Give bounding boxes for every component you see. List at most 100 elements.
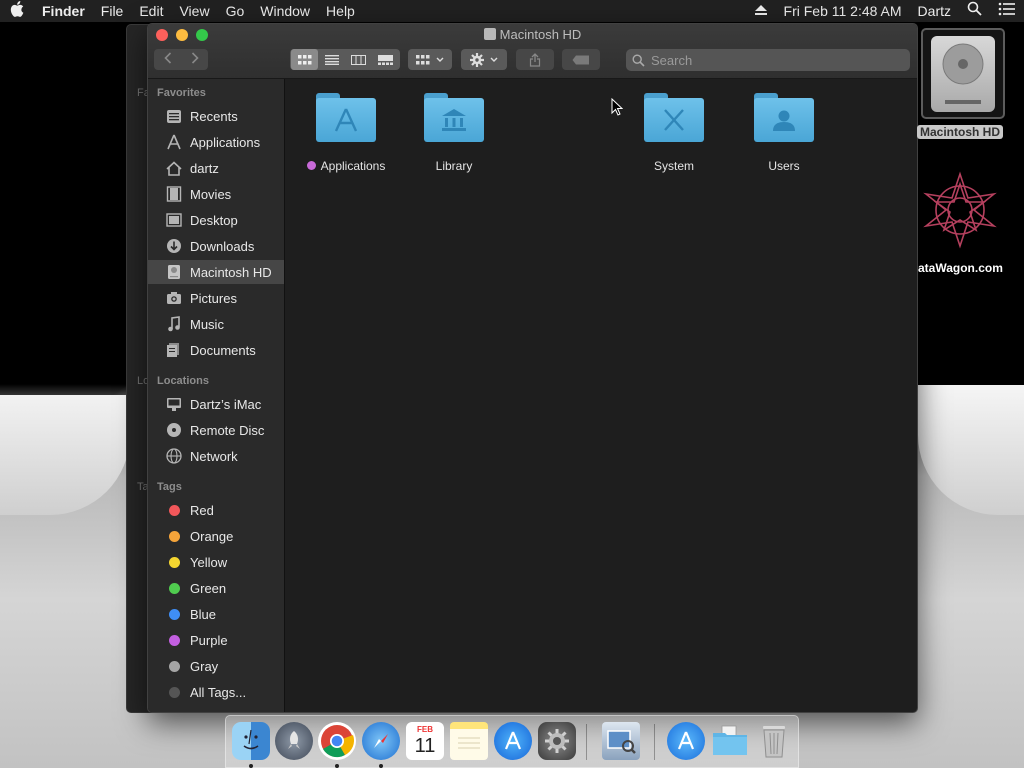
gallery-view-button[interactable] (372, 49, 399, 70)
list-view-button[interactable] (318, 49, 345, 70)
action-menu-button[interactable] (461, 49, 507, 70)
sidebar-item-macintosh-hd[interactable]: Macintosh HD (148, 260, 284, 284)
mouse-pointer-icon (611, 98, 623, 116)
notification-center-icon[interactable] (990, 0, 1024, 22)
sidebar-item-downloads[interactable]: Downloads (148, 234, 284, 258)
menubar-user[interactable]: Dartz (910, 0, 959, 22)
icon-view-button[interactable] (291, 49, 318, 70)
share-button[interactable] (516, 49, 554, 70)
hard-disk-icon (165, 264, 183, 280)
sidebar-tag-red[interactable]: Red (148, 498, 284, 522)
sidebar-item-label: Recents (190, 108, 238, 124)
running-indicator (335, 764, 339, 768)
users-folder-icon (754, 93, 814, 142)
sidebar-item-label: Blue (190, 606, 217, 622)
search-input[interactable] (651, 52, 891, 68)
dock-trash-icon[interactable] (755, 722, 793, 760)
sidebar-item-label: Applications (190, 134, 261, 150)
folder-name: Users (768, 159, 800, 173)
sidebar-item-label: Documents (190, 342, 256, 358)
downloads-icon (165, 238, 183, 254)
sidebar-item-imac[interactable]: Dartz’s iMac (148, 392, 284, 416)
sidebar-item-label: Network (190, 448, 238, 464)
dock-safari-icon[interactable] (362, 722, 400, 760)
hard-disk-icon (483, 28, 496, 40)
dock-documents-stack-icon[interactable] (711, 722, 749, 760)
sidebar-item-dartz[interactable]: dartz (148, 156, 284, 180)
sidebar-item-movies[interactable]: Movies (148, 182, 284, 206)
sidebar-item-label: All Tags... (190, 684, 247, 700)
folder-item-system[interactable]: System (619, 93, 729, 173)
datawagon-logo-icon[interactable] (920, 170, 1000, 250)
sidebar-all-tags[interactable]: All Tags... (148, 680, 284, 704)
dock-applications-folder-icon[interactable] (667, 722, 705, 760)
menubar-clock[interactable]: Fri Feb 11 2:48 AM (776, 0, 910, 22)
sidebar-tag-green[interactable]: Green (148, 576, 284, 600)
window-toolbar: Macintosh HD (148, 24, 917, 79)
column-view-button[interactable] (345, 49, 372, 70)
sidebar-tag-purple[interactable]: Purple (148, 628, 284, 652)
datawagon-logo-label[interactable]: ataWagon.com (918, 261, 1003, 275)
sidebar-tag-gray[interactable]: Gray (148, 654, 284, 678)
forward-button[interactable] (181, 52, 208, 67)
eject-icon[interactable] (746, 0, 776, 22)
sidebar-item-recents[interactable]: Recents (148, 104, 284, 128)
wallpaper-bowl-left (0, 395, 130, 515)
sidebar-tag-orange[interactable]: Orange (148, 524, 284, 548)
search-field[interactable] (626, 49, 910, 71)
running-indicator (249, 764, 253, 768)
menu-edit[interactable]: Edit (131, 0, 171, 22)
dock-launchpad-icon[interactable] (275, 722, 313, 760)
sidebar-item-pictures[interactable]: Pictures (148, 286, 284, 310)
dock-app-store-icon[interactable] (494, 722, 532, 760)
tag-icon (572, 55, 589, 64)
sidebar-item-label: Gray (190, 658, 219, 674)
calendar-day: 11 (414, 735, 436, 757)
menu-go[interactable]: Go (218, 0, 253, 22)
dock-chrome-icon[interactable] (318, 722, 356, 760)
apple-menu-icon[interactable] (0, 1, 34, 21)
dock-system-preferences-icon[interactable] (538, 722, 576, 760)
wallpaper-bowl-right (918, 385, 1024, 515)
dock-calendar-icon[interactable]: FEB 11 (406, 722, 444, 760)
sidebar-tag-yellow[interactable]: Yellow (148, 550, 284, 574)
menu-finder[interactable]: Finder (34, 0, 93, 22)
dock-notes-icon[interactable] (450, 722, 488, 760)
spotlight-search-icon[interactable] (959, 0, 990, 22)
file-browser-content[interactable]: Applications Library System Users (286, 79, 917, 712)
dock-preview-icon[interactable] (602, 722, 640, 760)
menu-view[interactable]: View (171, 0, 217, 22)
sidebar-item-label: Orange (190, 528, 234, 544)
sidebar-item-remote-disc[interactable]: Remote Disc (148, 418, 284, 442)
sidebar-item-music[interactable]: Music (148, 312, 284, 336)
folder-item-library[interactable]: Library (399, 93, 509, 173)
menu-help[interactable]: Help (318, 0, 363, 22)
window-title-text: Macintosh HD (499, 27, 582, 42)
menu-file[interactable]: File (93, 0, 132, 22)
back-button[interactable] (154, 52, 181, 67)
running-indicator (379, 764, 383, 768)
all-tags-icon (169, 686, 180, 698)
folder-item-applications[interactable]: Applications (291, 93, 401, 173)
dock-finder-icon[interactable] (232, 722, 270, 760)
folder-item-users[interactable]: Users (729, 93, 839, 173)
sidebar-tag-blue[interactable]: Blue (148, 602, 284, 626)
library-folder-icon (424, 93, 484, 142)
sidebar-item-network[interactable]: Network (148, 444, 284, 468)
desktop-hard-disk-label[interactable]: Macintosh HD (917, 125, 1004, 139)
sidebar-item-label: Movies (190, 186, 232, 202)
pictures-icon (165, 290, 183, 306)
edit-tags-button[interactable] (562, 49, 600, 70)
desktop-hard-disk-icon[interactable] (921, 28, 1005, 119)
menu-window[interactable]: Window (252, 0, 318, 22)
sidebar-item-desktop[interactable]: Desktop (148, 208, 284, 232)
gear-icon (470, 52, 484, 67)
sidebar-item-applications[interactable]: Applications (148, 130, 284, 154)
sidebar-item-documents[interactable]: Documents (148, 338, 284, 362)
applications-icon (165, 134, 183, 150)
tag-dot-blue (169, 608, 180, 620)
tag-dot-green (169, 582, 180, 594)
finder-window: Macintosh HD Search Favorites Recents Ap… (147, 23, 918, 713)
locations-header: Locations (157, 375, 209, 387)
group-by-button[interactable] (408, 49, 452, 70)
